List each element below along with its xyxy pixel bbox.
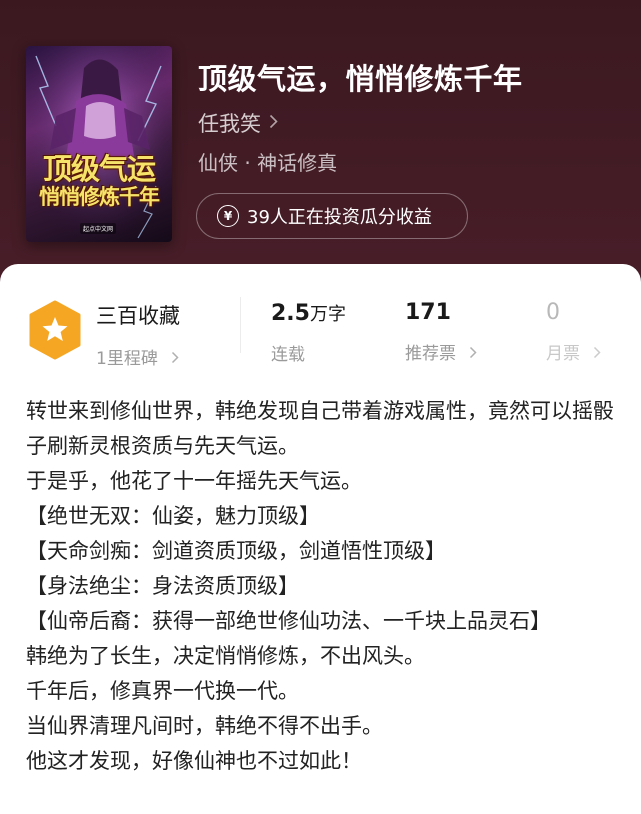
milestone-label: 1里程碑 [96,349,158,369]
word-count-stat: 2.5万字 连载 [271,300,346,365]
desc-paragraph: 于是乎，他花了十一年摇先天气运。 [26,469,362,493]
monthly-row: 月票 [546,339,601,364]
cover-publisher: 起点中文网 [80,223,117,234]
desc-paragraph: 当仙界清理凡间时，韩绝不得不出手。 [26,714,383,738]
recommend-value: 171 [405,300,451,325]
desc-paragraph: 【仙帝后裔：获得一部绝世修仙功法、一千块上品灵石】 [26,609,551,633]
cover-title-line1: 顶级气运 [42,152,156,186]
word-count: 2.5万字 [271,300,346,326]
desc-paragraph: 韩绝为了长生，决定悄悄修炼，不出风头。 [26,644,425,668]
chevron-right-icon [593,345,601,363]
recommend-row: 推荐票 [405,339,477,364]
star-badge-icon [29,300,81,360]
cover-art [26,46,172,242]
stats-divider [240,297,241,353]
desc-paragraph: 千年后，修真界一代换一代。 [26,679,299,703]
chevron-right-icon [269,113,278,134]
book-info-card: 三百收藏 1里程碑 2.5万字 连载 171 推荐票 0 月票 转世来到修仙世界… [0,264,641,814]
monthly-ticket-stat[interactable]: 0 月票 [546,300,601,364]
book-description: 转世来到修仙世界，韩绝发现自己带着游戏属性，竟然可以摇骰子刷新灵根资质与先天气运… [26,394,616,779]
yen-coin-icon: ¥ [217,205,239,227]
word-count-unit: 万字 [309,304,346,325]
cover-title: 顶级气运 悄悄修炼千年 [32,154,166,208]
chevron-right-icon [171,350,179,368]
milestone-row[interactable]: 1里程碑 [96,344,180,369]
author-name: 任我笑 [198,112,261,136]
recommend-stat[interactable]: 171 推荐票 [405,300,477,364]
serial-status: 连载 [271,345,305,365]
monthly-value: 0 [546,300,560,325]
book-genre[interactable]: 仙侠 · 神话修真 [198,147,337,176]
book-header: 顶级气运 悄悄修炼千年 起点中文网 顶级气运，悄悄修炼千年 任我笑 仙侠 · 神… [0,0,641,300]
book-title: 顶级气运，悄悄修炼千年 [198,62,523,96]
desc-paragraph: 【身法绝尘：身法资质顶级】 [26,574,299,598]
desc-paragraph: 他这才发现，好像仙神也不过如此！ [26,749,362,773]
collection-badge[interactable] [28,300,82,360]
recommend-label: 推荐票 [405,344,456,364]
desc-paragraph: 转世来到修仙世界，韩绝发现自己带着游戏属性，竟然可以摇骰子刷新灵根资质与先天气运… [26,399,614,458]
desc-paragraph: 【绝世无双：仙姿，魅力顶级】 [26,504,320,528]
invest-button[interactable]: ¥ 39人正在投资瓜分收益 [196,193,468,239]
collection-stat[interactable]: 三百收藏 1里程碑 [96,300,180,369]
desc-paragraph: 【天命剑痴：剑道资质顶级，剑道悟性顶级】 [26,539,446,563]
author-link[interactable]: 任我笑 [198,108,278,138]
word-count-value: 2.5 [271,301,310,326]
invest-label: 39人正在投资瓜分收益 [247,207,432,228]
book-cover[interactable]: 顶级气运 悄悄修炼千年 起点中文网 [26,46,172,242]
collect-label: 三百收藏 [96,304,180,328]
chevron-right-icon [469,345,477,363]
monthly-label: 月票 [546,344,580,364]
cover-title-line2: 悄悄修炼千年 [39,184,160,210]
